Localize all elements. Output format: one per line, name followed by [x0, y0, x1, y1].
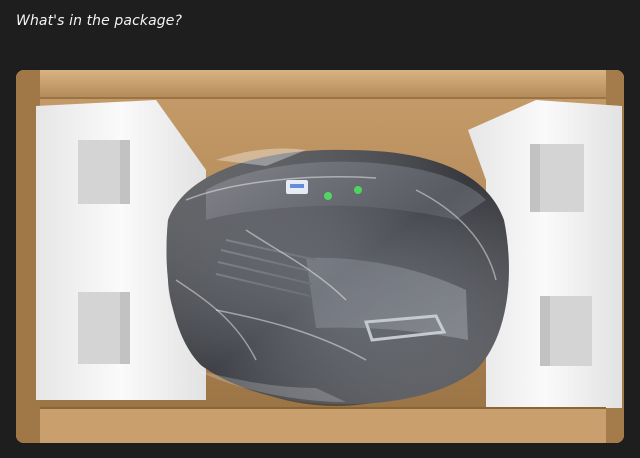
box-bottom-flap	[16, 408, 624, 443]
box-top-flap	[16, 70, 624, 98]
package-contents-photo	[16, 70, 624, 443]
product-page: What's in the package?	[0, 0, 640, 458]
product-in-plastic	[166, 148, 509, 406]
package-illustration	[16, 70, 624, 443]
section-heading: What's in the package?	[16, 13, 182, 29]
